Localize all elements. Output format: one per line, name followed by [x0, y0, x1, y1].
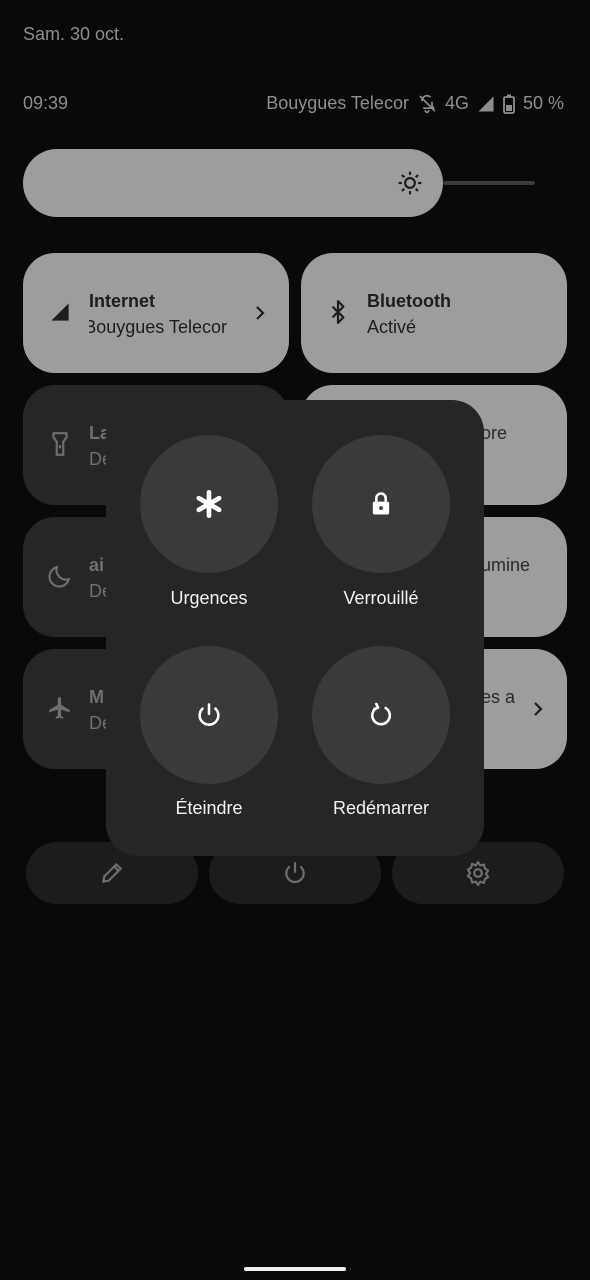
battery-icon — [503, 94, 515, 114]
power-off-button[interactable] — [140, 646, 278, 784]
tile-internet-title: Internet — [89, 291, 156, 311]
airplane-icon — [49, 697, 70, 719]
tile-right-4-title: es a — [481, 687, 516, 707]
signal-icon — [51, 303, 69, 321]
chevron-right-icon — [534, 702, 543, 716]
brightness-track[interactable] — [443, 181, 535, 185]
chevron-right-icon — [256, 306, 265, 320]
lockdown-label: Verrouillé — [343, 588, 419, 608]
tile-bluetooth[interactable]: Bluetooth Activé — [301, 253, 567, 373]
tile-internet[interactable]: Internet Bouygues Telecor — [23, 253, 289, 373]
lock-icon — [372, 492, 390, 515]
clock: 09:39 — [23, 93, 69, 113]
brightness-slider[interactable] — [23, 149, 443, 217]
asterisk-icon — [196, 490, 222, 518]
moon-icon — [48, 565, 71, 588]
battery-level: 50 % — [522, 93, 564, 113]
muted-bell-icon — [419, 94, 436, 113]
emergency-button[interactable] — [140, 435, 278, 573]
power-menu: Urgences Verrouillé Éteindre Redémarrer — [106, 400, 484, 856]
status-bar: Bouygues Telecor 4G 50 % — [266, 93, 564, 114]
restart-button[interactable] — [312, 646, 450, 784]
tile-bluetooth-title: Bluetooth — [367, 291, 451, 311]
signal-icon — [478, 96, 494, 111]
tile-airplane-title: M — [89, 687, 104, 707]
lockdown-button[interactable] — [312, 435, 450, 573]
power-icon — [198, 703, 220, 726]
power-off-label: Éteindre — [175, 798, 243, 818]
tile-bluetooth-subtitle: Activé — [367, 317, 417, 337]
gesture-handle[interactable] — [244, 1267, 346, 1271]
flashlight-icon — [52, 432, 68, 456]
brightness-icon — [398, 171, 422, 195]
tile-internet-subtitle: Bouygues Telecor — [89, 317, 227, 337]
restart-icon — [371, 702, 392, 726]
emergency-label: Urgences — [170, 588, 248, 608]
settings-icon — [466, 861, 490, 886]
bluetooth-icon — [331, 300, 345, 324]
tile-right-3-title: umine — [481, 555, 531, 575]
network-type: 4G — [444, 93, 469, 113]
carrier-name: Bouygues Telecor — [266, 93, 409, 113]
tile-night-title: ai — [89, 555, 105, 575]
date: Sam. 30 oct. — [23, 24, 125, 44]
edit-icon — [102, 863, 122, 883]
power-icon — [285, 862, 305, 884]
restart-label: Redémarrer — [332, 798, 430, 818]
tile-right-2-title: ore — [481, 423, 508, 443]
